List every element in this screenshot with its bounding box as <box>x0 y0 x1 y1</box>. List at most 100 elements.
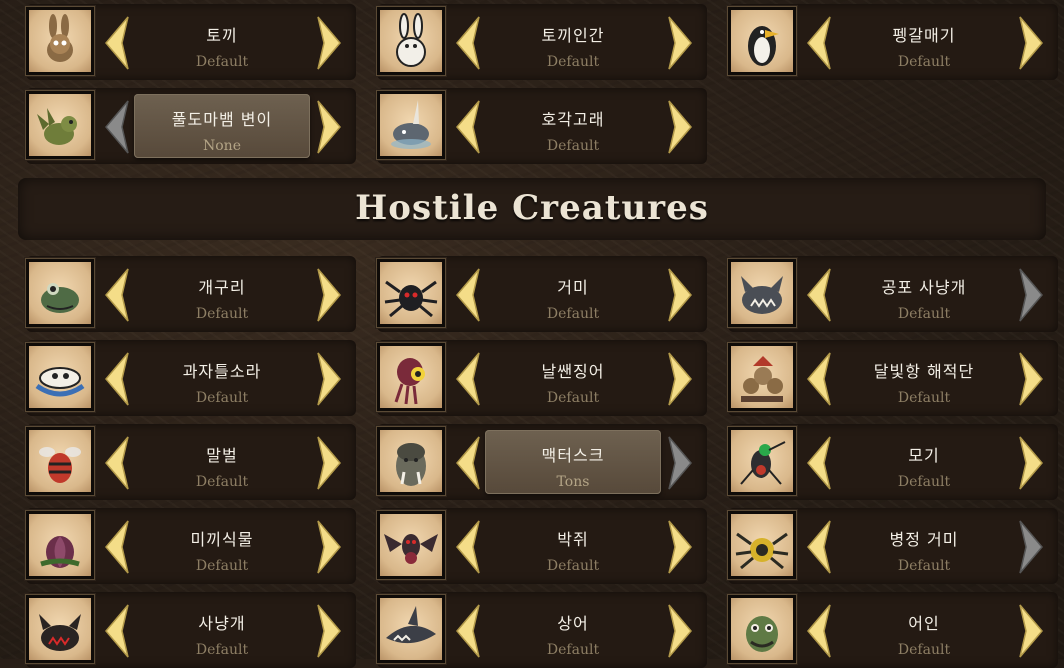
setting-grass-gekko: 풀도마뱀 변이 None <box>25 88 366 164</box>
creature-name: 과자틀소라 <box>182 362 262 381</box>
next-option-arrow[interactable] <box>312 601 346 661</box>
setting-label-box[interactable]: 말벌 Default <box>134 430 310 494</box>
previous-option-arrow[interactable] <box>451 433 485 493</box>
setting-value: Default <box>897 54 951 70</box>
creature-name: 토끼 <box>206 26 238 45</box>
setting-mactusk: 맥터스크 Tons <box>376 424 717 500</box>
next-option-arrow[interactable] <box>1014 601 1048 661</box>
creature-name: 공포 사냥개 <box>881 278 967 297</box>
spider-warrior-icon <box>727 510 797 580</box>
setting-label-box[interactable]: 토끼 Default <box>134 10 310 74</box>
next-option-arrow[interactable] <box>1014 517 1048 577</box>
previous-option-arrow[interactable] <box>802 265 836 325</box>
setting-value: Default <box>195 558 249 574</box>
next-option-arrow[interactable] <box>663 97 697 157</box>
setting-value: Default <box>195 474 249 490</box>
setting-label-box[interactable]: 병정 거미 Default <box>836 514 1012 578</box>
setting-moon-quay-pirates: 달빛항 해적단 Default <box>727 340 1064 416</box>
next-option-arrow[interactable] <box>1014 13 1048 73</box>
setting-label-box[interactable]: 날쌘징어 Default <box>485 346 661 410</box>
setting-merm: 어인 Default <box>727 592 1064 668</box>
mactusk-icon <box>376 426 446 496</box>
setting-narwhal: 호각고래 Default <box>376 88 717 164</box>
next-option-arrow[interactable] <box>1014 433 1048 493</box>
setting-value: Default <box>546 390 600 406</box>
next-option-arrow[interactable] <box>312 349 346 409</box>
setting-label-box[interactable]: 어인 Default <box>836 598 1012 662</box>
next-option-arrow[interactable] <box>1014 265 1048 325</box>
previous-option-arrow[interactable] <box>100 517 134 577</box>
setting-lureplant: 미끼식물 Default <box>25 508 366 584</box>
next-option-arrow[interactable] <box>663 601 697 661</box>
creature-name: 개구리 <box>198 278 246 297</box>
setting-label-box[interactable]: 호각고래 Default <box>485 94 661 158</box>
previous-option-arrow[interactable] <box>451 349 485 409</box>
next-option-arrow[interactable] <box>663 265 697 325</box>
previous-option-arrow[interactable] <box>451 517 485 577</box>
setting-label-box[interactable]: 개구리 Default <box>134 262 310 326</box>
next-option-arrow[interactable] <box>1014 349 1048 409</box>
next-option-arrow[interactable] <box>312 517 346 577</box>
shark-icon <box>376 594 446 664</box>
creature-name: 병정 거미 <box>889 530 959 549</box>
previous-option-arrow[interactable] <box>802 517 836 577</box>
previous-option-arrow[interactable] <box>802 13 836 73</box>
creature-name: 풀도마뱀 변이 <box>171 110 273 129</box>
setting-label-box[interactable]: 박쥐 Default <box>485 514 661 578</box>
setting-label-box[interactable]: 미끼식물 Default <box>134 514 310 578</box>
creature-name: 달빛항 해적단 <box>873 362 975 381</box>
setting-mosquito: 모기 Default <box>727 424 1064 500</box>
setting-batilisk: 박쥐 Default <box>376 508 717 584</box>
setting-value: None <box>203 138 241 154</box>
setting-label-box[interactable]: 공포 사냥개 Default <box>836 262 1012 326</box>
creature-name: 펭갈매기 <box>892 26 956 45</box>
previous-option-arrow[interactable] <box>451 97 485 157</box>
previous-option-arrow[interactable] <box>451 601 485 661</box>
previous-option-arrow[interactable] <box>451 13 485 73</box>
previous-option-arrow[interactable] <box>451 265 485 325</box>
next-option-arrow[interactable] <box>663 433 697 493</box>
setting-label-box[interactable]: 토끼인간 Default <box>485 10 661 74</box>
section-header: Hostile Creatures <box>18 178 1046 240</box>
previous-option-arrow[interactable] <box>100 13 134 73</box>
rabbit-icon <box>25 6 95 76</box>
setting-label-box[interactable]: 거미 Default <box>485 262 661 326</box>
previous-option-arrow[interactable] <box>802 601 836 661</box>
next-option-arrow[interactable] <box>663 13 697 73</box>
setting-value: Default <box>195 390 249 406</box>
setting-label-box[interactable]: 펭갈매기 Default <box>836 10 1012 74</box>
moon-quay-pirates-icon <box>727 342 797 412</box>
previous-option-arrow[interactable] <box>802 433 836 493</box>
setting-cookie-cutter: 과자틀소라 Default <box>25 340 366 416</box>
next-option-arrow[interactable] <box>312 265 346 325</box>
next-option-arrow[interactable] <box>312 433 346 493</box>
setting-value: Default <box>546 306 600 322</box>
previous-option-arrow[interactable] <box>100 97 134 157</box>
setting-label-box[interactable]: 풀도마뱀 변이 None <box>134 94 310 158</box>
setting-label-box[interactable]: 달빛항 해적단 Default <box>836 346 1012 410</box>
creature-row: 풀도마뱀 변이 None 호각고래 Default <box>0 88 1064 164</box>
creature-row: 사냥개 Default 상어 Default 어인 Default <box>0 592 1064 668</box>
next-option-arrow[interactable] <box>663 349 697 409</box>
setting-label-box[interactable]: 맥터스크 Tons <box>485 430 661 494</box>
creature-row: 미끼식물 Default 박쥐 Default 병정 거미 Default <box>0 508 1064 584</box>
creature-row: 개구리 Default 거미 Default 공포 사냥개 Default <box>0 256 1064 332</box>
setting-squid: 날쌘징어 Default <box>376 340 717 416</box>
setting-pengull: 펭갈매기 Default <box>727 4 1064 80</box>
next-option-arrow[interactable] <box>312 97 346 157</box>
previous-option-arrow[interactable] <box>100 433 134 493</box>
squid-icon <box>376 342 446 412</box>
setting-label-box[interactable]: 과자틀소라 Default <box>134 346 310 410</box>
previous-option-arrow[interactable] <box>100 265 134 325</box>
setting-value: Default <box>897 642 951 658</box>
previous-option-arrow[interactable] <box>100 349 134 409</box>
previous-option-arrow[interactable] <box>802 349 836 409</box>
previous-option-arrow[interactable] <box>100 601 134 661</box>
next-option-arrow[interactable] <box>312 13 346 73</box>
spider-icon <box>376 258 446 328</box>
setting-label-box[interactable]: 상어 Default <box>485 598 661 662</box>
setting-label-box[interactable]: 모기 Default <box>836 430 1012 494</box>
next-option-arrow[interactable] <box>663 517 697 577</box>
creature-name: 미끼식물 <box>190 530 254 549</box>
setting-label-box[interactable]: 사냥개 Default <box>134 598 310 662</box>
